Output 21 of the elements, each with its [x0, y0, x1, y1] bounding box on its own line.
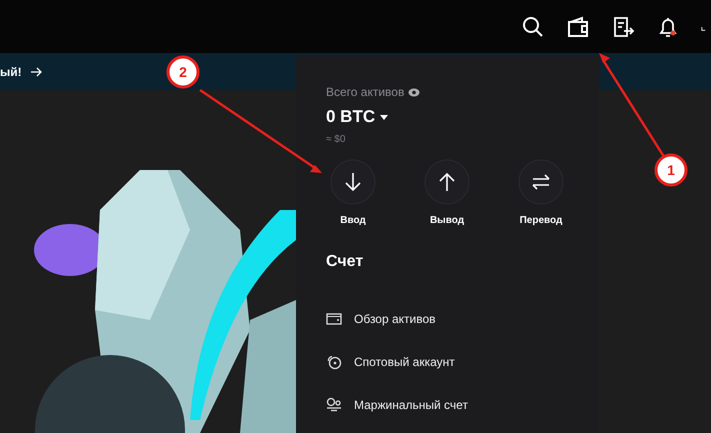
annotation-badge: 1 [654, 154, 688, 186]
wallet-icon [326, 312, 342, 326]
balance-selector[interactable]: 0 BTC [326, 107, 599, 127]
margin-icon [326, 396, 342, 412]
coins-icon [326, 354, 342, 370]
total-assets-label: Всего активов [326, 85, 599, 99]
eye-icon[interactable] [408, 88, 420, 96]
account-label: Спотовый аккаунт [354, 354, 455, 368]
wallet-icon[interactable] [566, 14, 590, 38]
approx-value: ≈ $0 [326, 134, 346, 145]
account-menu-item[interactable]: Спотовый аккаунт [326, 340, 599, 383]
account-label: Обзор активов [354, 312, 436, 326]
orders-icon[interactable] [611, 14, 635, 38]
account-menu-item[interactable]: Маржинальный счет [326, 383, 599, 426]
caret-icon [380, 114, 388, 120]
search-icon[interactable] [521, 14, 545, 38]
arrow-right-icon[interactable] [30, 66, 42, 78]
account-menu-item[interactable]: Обзор активов [326, 297, 599, 340]
account-section-title: Счет [326, 253, 364, 271]
banner-text: ый! [0, 64, 22, 78]
account-label: Маржинальный счет [354, 398, 468, 412]
